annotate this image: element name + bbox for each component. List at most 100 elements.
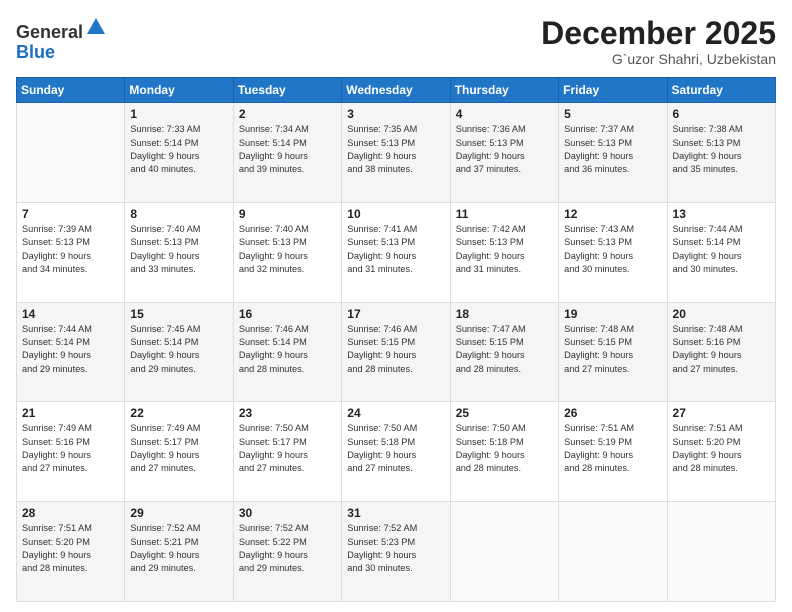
- day-info: Sunrise: 7:44 AMSunset: 5:14 PMDaylight:…: [673, 223, 770, 276]
- day-number: 12: [564, 207, 661, 221]
- title-block: December 2025 G`uzor Shahri, Uzbekistan: [541, 16, 776, 67]
- col-friday: Friday: [559, 78, 667, 103]
- col-wednesday: Wednesday: [342, 78, 450, 103]
- day-number: 8: [130, 207, 227, 221]
- logo-icon: [85, 16, 107, 38]
- day-number: 3: [347, 107, 444, 121]
- page-container: General Blue December 2025 G`uzor Shahri…: [0, 0, 792, 612]
- table-row: 8Sunrise: 7:40 AMSunset: 5:13 PMDaylight…: [125, 202, 233, 302]
- logo-general-text: General: [16, 22, 83, 42]
- day-info: Sunrise: 7:43 AMSunset: 5:13 PMDaylight:…: [564, 223, 661, 276]
- day-number: 23: [239, 406, 336, 420]
- day-info: Sunrise: 7:47 AMSunset: 5:15 PMDaylight:…: [456, 323, 553, 376]
- table-row: [559, 502, 667, 602]
- table-row: 7 Sunrise: 7:39 AMSunset: 5:13 PMDaylight…: [17, 202, 125, 302]
- table-row: 18 Sunrise: 7:47 AMSunset: 5:15 PMDayligh…: [450, 302, 558, 402]
- table-row: [667, 502, 775, 602]
- day-info: Sunrise: 7:49 AMSunset: 5:17 PMDaylight:…: [130, 422, 227, 475]
- day-info: Sunrise: 7:45 AMSunset: 5:14 PMDaylight:…: [130, 323, 227, 376]
- table-row: 29 Sunrise: 7:52 AMSunset: 5:21 PMDayligh…: [125, 502, 233, 602]
- col-monday: Monday: [125, 78, 233, 103]
- table-row: 22 Sunrise: 7:49 AMSunset: 5:17 PMDayligh…: [125, 402, 233, 502]
- day-info: Sunrise: 7:50 AMSunset: 5:18 PMDaylight:…: [456, 422, 553, 475]
- page-header: General Blue December 2025 G`uzor Shahri…: [16, 16, 776, 67]
- col-sunday: Sunday: [17, 78, 125, 103]
- calendar-week-row: 28Sunrise: 7:51 AMSunset: 5:20 PMDayligh…: [17, 502, 776, 602]
- day-info: Sunrise: 7:52 AMSunset: 5:23 PMDaylight:…: [347, 522, 444, 575]
- table-row: 17 Sunrise: 7:46 AMSunset: 5:15 PMDayligh…: [342, 302, 450, 402]
- day-info: Sunrise: 7:48 AMSunset: 5:16 PMDaylight:…: [673, 323, 770, 376]
- day-number: 5: [564, 107, 661, 121]
- day-info: Sunrise: 7:41 AMSunset: 5:13 PMDaylight:…: [347, 223, 444, 276]
- table-row: 31 Sunrise: 7:52 AMSunset: 5:23 PMDayligh…: [342, 502, 450, 602]
- calendar-header-row: Sunday Monday Tuesday Wednesday Thursday…: [17, 78, 776, 103]
- day-number: 15: [130, 307, 227, 321]
- day-number: 17: [347, 307, 444, 321]
- month-title: December 2025: [541, 16, 776, 51]
- day-number: 1: [130, 107, 227, 121]
- day-number: 26: [564, 406, 661, 420]
- day-number: 29: [130, 506, 227, 520]
- day-info: Sunrise: 7:50 AMSunset: 5:18 PMDaylight:…: [347, 422, 444, 475]
- table-row: 14 Sunrise: 7:44 AMSunset: 5:14 PMDayligh…: [17, 302, 125, 402]
- table-row: 3Sunrise: 7:35 AMSunset: 5:13 PMDaylight…: [342, 103, 450, 203]
- day-number: 22: [130, 406, 227, 420]
- table-row: 1 Sunrise: 7:33 AMSunset: 5:14 PMDaylight…: [125, 103, 233, 203]
- day-number: 21: [22, 406, 119, 420]
- day-number: 31: [347, 506, 444, 520]
- day-info: Sunrise: 7:37 AMSunset: 5:13 PMDaylight:…: [564, 123, 661, 176]
- day-info: Sunrise: 7:46 AMSunset: 5:14 PMDaylight:…: [239, 323, 336, 376]
- day-number: 30: [239, 506, 336, 520]
- calendar-table: Sunday Monday Tuesday Wednesday Thursday…: [16, 77, 776, 602]
- day-number: 20: [673, 307, 770, 321]
- table-row: 4Sunrise: 7:36 AMSunset: 5:13 PMDaylight…: [450, 103, 558, 203]
- table-row: 24 Sunrise: 7:50 AMSunset: 5:18 PMDayligh…: [342, 402, 450, 502]
- day-number: 2: [239, 107, 336, 121]
- table-row: 11Sunrise: 7:42 AMSunset: 5:13 PMDayligh…: [450, 202, 558, 302]
- day-info: Sunrise: 7:44 AMSunset: 5:14 PMDaylight:…: [22, 323, 119, 376]
- day-info: Sunrise: 7:33 AMSunset: 5:14 PMDaylight:…: [130, 123, 227, 176]
- table-row: 9Sunrise: 7:40 AMSunset: 5:13 PMDaylight…: [233, 202, 341, 302]
- table-row: 6Sunrise: 7:38 AMSunset: 5:13 PMDaylight…: [667, 103, 775, 203]
- day-info: Sunrise: 7:51 AMSunset: 5:19 PMDaylight:…: [564, 422, 661, 475]
- day-number: 10: [347, 207, 444, 221]
- table-row: 23 Sunrise: 7:50 AMSunset: 5:17 PMDayligh…: [233, 402, 341, 502]
- col-saturday: Saturday: [667, 78, 775, 103]
- day-number: 18: [456, 307, 553, 321]
- day-info: Sunrise: 7:46 AMSunset: 5:15 PMDaylight:…: [347, 323, 444, 376]
- day-number: 24: [347, 406, 444, 420]
- table-row: 12 Sunrise: 7:43 AMSunset: 5:13 PMDayligh…: [559, 202, 667, 302]
- table-row: 15 Sunrise: 7:45 AMSunset: 5:14 PMDayligh…: [125, 302, 233, 402]
- location-text: G`uzor Shahri, Uzbekistan: [541, 51, 776, 67]
- day-info: Sunrise: 7:51 AMSunset: 5:20 PMDaylight:…: [673, 422, 770, 475]
- day-info: Sunrise: 7:34 AMSunset: 5:14 PMDaylight:…: [239, 123, 336, 176]
- day-number: 13: [673, 207, 770, 221]
- table-row: 13 Sunrise: 7:44 AMSunset: 5:14 PMDayligh…: [667, 202, 775, 302]
- day-info: Sunrise: 7:50 AMSunset: 5:17 PMDaylight:…: [239, 422, 336, 475]
- table-row: 25Sunrise: 7:50 AMSunset: 5:18 PMDayligh…: [450, 402, 558, 502]
- table-row: 28Sunrise: 7:51 AMSunset: 5:20 PMDayligh…: [17, 502, 125, 602]
- table-row: 5 Sunrise: 7:37 AMSunset: 5:13 PMDaylight…: [559, 103, 667, 203]
- day-number: 4: [456, 107, 553, 121]
- col-tuesday: Tuesday: [233, 78, 341, 103]
- table-row: 30 Sunrise: 7:52 AMSunset: 5:22 PMDayligh…: [233, 502, 341, 602]
- day-info: Sunrise: 7:52 AMSunset: 5:22 PMDaylight:…: [239, 522, 336, 575]
- table-row: 2 Sunrise: 7:34 AMSunset: 5:14 PMDaylight…: [233, 103, 341, 203]
- table-row: 26 Sunrise: 7:51 AMSunset: 5:19 PMDayligh…: [559, 402, 667, 502]
- day-number: 14: [22, 307, 119, 321]
- day-info: Sunrise: 7:51 AMSunset: 5:20 PMDaylight:…: [22, 522, 119, 575]
- day-info: Sunrise: 7:39 AMSunset: 5:13 PMDaylight:…: [22, 223, 119, 276]
- day-info: Sunrise: 7:52 AMSunset: 5:21 PMDaylight:…: [130, 522, 227, 575]
- table-row: 19Sunrise: 7:48 AMSunset: 5:15 PMDayligh…: [559, 302, 667, 402]
- day-number: 11: [456, 207, 553, 221]
- logo-blue-text: Blue: [16, 42, 55, 62]
- table-row: 21 Sunrise: 7:49 AMSunset: 5:16 PMDayligh…: [17, 402, 125, 502]
- day-info: Sunrise: 7:48 AMSunset: 5:15 PMDaylight:…: [564, 323, 661, 376]
- table-row: 16Sunrise: 7:46 AMSunset: 5:14 PMDayligh…: [233, 302, 341, 402]
- day-number: 7: [22, 207, 119, 221]
- col-thursday: Thursday: [450, 78, 558, 103]
- calendar-week-row: 21 Sunrise: 7:49 AMSunset: 5:16 PMDayligh…: [17, 402, 776, 502]
- day-info: Sunrise: 7:49 AMSunset: 5:16 PMDaylight:…: [22, 422, 119, 475]
- day-number: 9: [239, 207, 336, 221]
- day-number: 27: [673, 406, 770, 420]
